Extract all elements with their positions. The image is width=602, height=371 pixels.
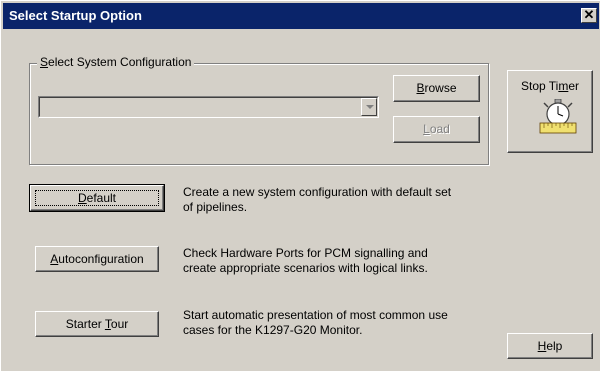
system-configuration-group-label: Select System Configuration [37,55,195,69]
default-description: Create a new system configuration with d… [183,185,452,214]
system-configuration-combobox[interactable] [38,96,379,118]
stop-timer-button[interactable]: Stop Timer [507,70,593,153]
help-button[interactable]: Help [507,333,593,359]
starter-tour-button[interactable]: Starter Tour [35,311,159,337]
autoconfiguration-description: Check Hardware Ports for PCM signalling … [183,246,428,275]
default-button[interactable]: Default [29,184,165,212]
close-icon: ✕ [583,7,595,22]
autoconfiguration-button[interactable]: Autoconfiguration [35,246,159,272]
window-title: Select Startup Option [9,8,142,23]
browse-button[interactable]: Browse [393,75,480,102]
chevron-down-icon[interactable] [361,98,377,116]
dialog-window: Select Startup Option ✕ Select System Co… [0,0,600,371]
close-button[interactable]: ✕ [581,8,597,23]
starter-tour-description: Start automatic presentation of most com… [183,308,448,337]
stopwatch-icon [539,99,577,134]
stop-timer-label: Stop Timer [520,79,580,93]
title-bar[interactable]: Select Startup Option ✕ [3,3,599,29]
load-button[interactable]: Load [393,116,480,143]
